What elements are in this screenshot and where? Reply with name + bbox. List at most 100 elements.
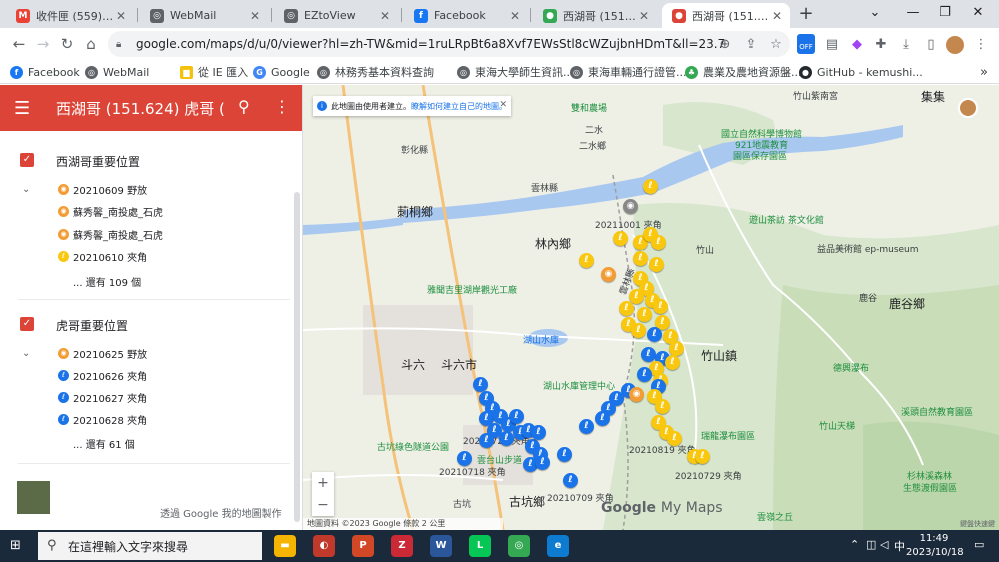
bookmark-github[interactable]: ● GitHub - kemushi...	[799, 64, 923, 80]
map-attribution[interactable]: 地圖資料 ©2023 Google 條款 2 公里	[303, 518, 503, 530]
close-icon[interactable]: ✕	[637, 9, 651, 23]
trap-marker[interactable]: ℓ	[557, 447, 572, 462]
trap-marker[interactable]: ℓ	[563, 473, 578, 488]
trap-marker[interactable]: ℓ	[473, 377, 488, 392]
trap-marker[interactable]: ℓ	[655, 399, 670, 414]
word-icon[interactable]: W	[430, 535, 452, 557]
color-icon[interactable]: ◆	[848, 36, 866, 54]
tab-google-maps[interactable]: ● 西湖哥 (151.624) ✕	[533, 3, 657, 28]
trap-marker[interactable]: ℓ	[665, 355, 680, 370]
trap-marker[interactable]: ℓ	[637, 307, 652, 322]
zoom-out-button[interactable]: −	[312, 494, 334, 516]
chevron-down-icon[interactable]: ⌄	[22, 184, 30, 195]
layer-2-checkbox[interactable]: ✓	[20, 317, 34, 331]
list-item[interactable]: ◉ 蘇秀馨_南投處_石虎	[0, 223, 292, 245]
cat-marker[interactable]: ◉	[629, 387, 644, 402]
trap-marker[interactable]: ℓ	[643, 179, 658, 194]
list-item[interactable]: ⌄ ◉ 20210609 野放	[0, 178, 292, 200]
trap-marker[interactable]: ℓ	[631, 323, 646, 338]
bookmark-webmail[interactable]: ◎ WebMail	[85, 64, 149, 80]
trap-marker[interactable]: ℓ	[595, 411, 610, 426]
network-icon[interactable]: ◫	[866, 538, 876, 551]
close-icon[interactable]: ✕	[508, 9, 522, 23]
layer-1-checkbox[interactable]: ✓	[20, 153, 34, 167]
bookmarks-overflow-icon[interactable]: »	[980, 64, 988, 80]
tab-facebook[interactable]: f Facebook ✕	[404, 3, 528, 28]
reload-icon[interactable]: ↻	[56, 33, 78, 55]
list-item[interactable]: ℓ 20210610 夾角	[0, 245, 292, 267]
bookmark-tunghai-info[interactable]: ◎ 東海大學師生資訊...	[457, 64, 574, 80]
share-icon[interactable]: ⇪	[743, 37, 759, 52]
close-icon[interactable]: ✕	[378, 9, 392, 23]
home-icon[interactable]: ⌂	[80, 33, 102, 55]
map-canvas[interactable]: i 此地圖由使用者建立。 瞭解如何建立自己的地圖。 ✕ 集集 竹山紫南宮 國立自…	[303, 85, 999, 530]
bookmark-agriculture[interactable]: ♣ 農業及農地資源盤...	[685, 64, 802, 80]
trap-marker[interactable]: ℓ	[647, 327, 662, 342]
swirl-app-icon[interactable]: ◐	[313, 535, 335, 557]
cat-marker[interactable]: ◉	[601, 267, 616, 282]
close-icon[interactable]: ✕	[114, 9, 128, 23]
speaker-icon[interactable]: ◁	[880, 538, 888, 551]
tab-eztoview[interactable]: ◎ EZtoView ✕	[274, 3, 398, 28]
trap-marker[interactable]: ℓ	[499, 431, 514, 446]
edge-icon[interactable]: e	[547, 535, 569, 557]
file-explorer-icon[interactable]: ▬	[274, 535, 296, 557]
profile-avatar[interactable]	[946, 36, 964, 54]
more-items-link[interactable]: ... 還有 109 個	[73, 274, 141, 289]
made-with-footer[interactable]: 透過 Google 我的地圖製作	[160, 505, 282, 520]
trap-marker[interactable]: ℓ	[653, 299, 668, 314]
bookmark-forestry[interactable]: ◎ 林務秀基本資料查詢	[317, 64, 434, 80]
search-icon[interactable]: ⚲	[238, 97, 250, 116]
chrome-icon[interactable]: ◎	[508, 535, 530, 557]
zoom-icon[interactable]: ⊕	[717, 37, 733, 52]
ime-indicator[interactable]: 中	[894, 538, 905, 554]
trap-marker[interactable]: ℓ	[613, 231, 628, 246]
basemap-thumbnail[interactable]	[17, 481, 50, 514]
trap-marker[interactable]: ℓ	[641, 347, 656, 362]
trap-marker[interactable]: ℓ	[637, 367, 652, 382]
close-window-button[interactable]: ✕	[958, 0, 998, 28]
tab-webmail[interactable]: ◎ WebMail ✕	[140, 3, 268, 28]
zotero-icon[interactable]: Z	[391, 535, 413, 557]
more-items-link[interactable]: ... 還有 61 個	[73, 436, 135, 451]
list-item[interactable]: ⌄ ◉ 20210625 野放	[0, 342, 292, 364]
bookmark-facebook[interactable]: f Facebook	[10, 64, 80, 80]
chevron-down-icon[interactable]: ⌄	[22, 348, 30, 359]
trap-marker[interactable]: ℓ	[633, 251, 648, 266]
trap-marker[interactable]: ℓ	[579, 419, 594, 434]
powerpoint-icon[interactable]: P	[352, 535, 374, 557]
back-icon[interactable]: ←	[8, 33, 30, 55]
list-item[interactable]: ℓ 20210626 夾角	[0, 364, 292, 386]
trap-marker[interactable]: ℓ	[669, 341, 684, 356]
keyboard-shortcuts-link[interactable]: 鍵盤快速鍵	[960, 519, 995, 529]
list-item[interactable]: ◉ 蘇秀馨_南投處_石虎	[0, 200, 292, 222]
list-item[interactable]: ℓ 20210628 夾角	[0, 408, 292, 430]
extension-icon[interactable]: OFF	[797, 34, 815, 54]
trap-marker[interactable]: ℓ	[479, 433, 494, 448]
chevron-up-icon[interactable]: ⌃	[850, 538, 859, 551]
taskbar-clock[interactable]: 11:49 2023/10/18	[906, 532, 964, 560]
trap-marker[interactable]: ℓ	[509, 409, 524, 424]
notification-icon[interactable]: ▭	[974, 538, 984, 551]
trap-marker[interactable]: ℓ	[651, 235, 666, 250]
notice-link[interactable]: 瞭解如何建立自己的地圖。	[411, 101, 507, 112]
trap-marker[interactable]: ℓ	[531, 425, 546, 440]
bookmark-ie-import[interactable]: ▆ 從 IE 匯入	[180, 64, 248, 80]
hamburger-menu-icon[interactable]: ☰	[14, 98, 30, 119]
list-item[interactable]: ℓ 20210627 夾角	[0, 386, 292, 408]
close-icon[interactable]: ✕	[499, 100, 507, 110]
zoom-in-button[interactable]: +	[312, 472, 334, 494]
download-icon[interactable]: ⤓	[897, 36, 915, 54]
close-icon[interactable]: ✕	[770, 9, 784, 23]
trap-marker[interactable]: ℓ	[457, 451, 472, 466]
url-text[interactable]: google.com/maps/d/u/0/viewer?hl=zh-TW&mi…	[136, 37, 726, 51]
tab-search-button[interactable]: ⌄	[855, 0, 895, 28]
map-avatar[interactable]	[958, 98, 978, 118]
address-bar[interactable]: 🔒︎ google.com/maps/d/u/0/viewer?hl=zh-TW…	[108, 31, 790, 57]
bookmark-tunghai-vehicle[interactable]: ◎ 東海車輛通行證管...	[570, 64, 687, 80]
kebab-menu-icon[interactable]: ⋮	[972, 36, 990, 54]
close-icon[interactable]: ✕	[248, 9, 262, 23]
trap-marker[interactable]: ℓ	[579, 253, 594, 268]
docs-icon[interactable]: ▤	[823, 36, 841, 54]
trap-marker[interactable]: ℓ	[535, 455, 550, 470]
